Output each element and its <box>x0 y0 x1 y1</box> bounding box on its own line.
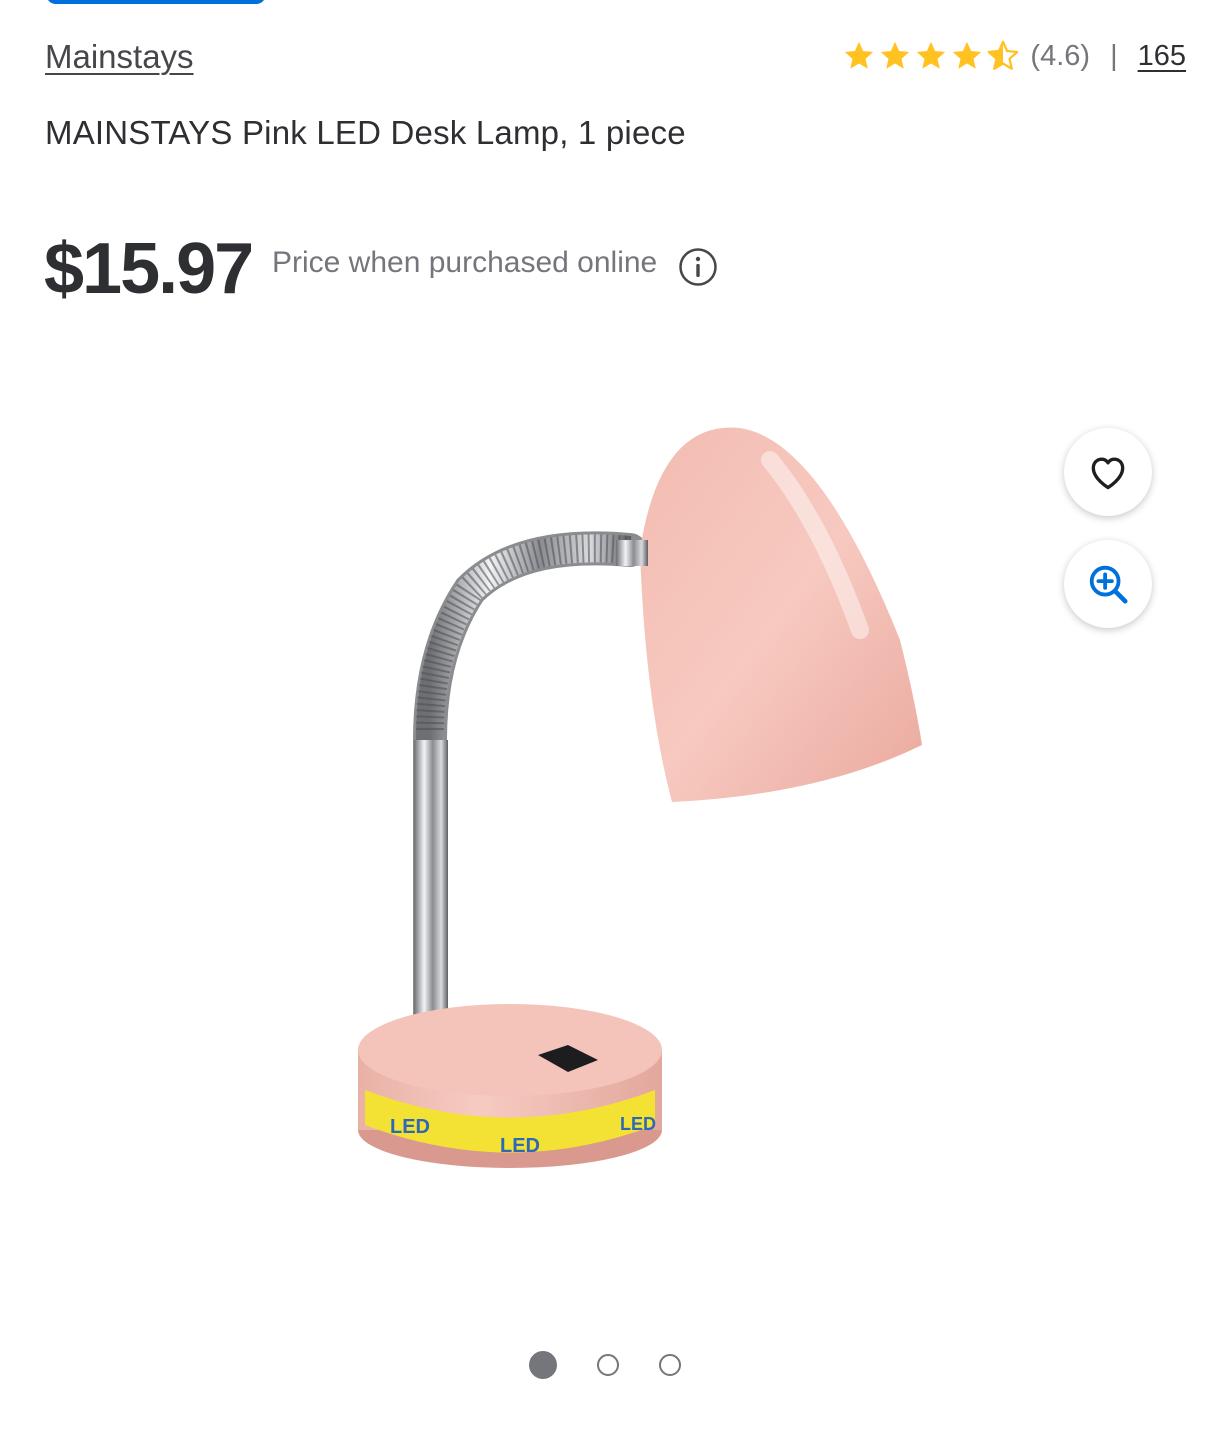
star-full-icon <box>917 41 946 69</box>
product-title: MAINSTAYS Pink LED Desk Lamp, 1 piece <box>45 114 686 151</box>
product-image[interactable]: LED LED LED <box>300 400 960 1200</box>
product-price: $15.97 <box>44 229 254 309</box>
favorite-button[interactable] <box>1064 428 1152 516</box>
rating-summary[interactable]: (4.6) | 165 <box>842 34 1186 78</box>
info-icon[interactable] <box>678 247 718 287</box>
base-led-label: LED <box>620 1114 656 1134</box>
rating-value: (4.6) <box>1030 39 1091 72</box>
rating-separator: | <box>1110 39 1118 72</box>
heart-icon <box>1091 457 1125 490</box>
brand-link[interactable]: Mainstays <box>45 38 194 76</box>
star-half-icon <box>988 40 1019 70</box>
carousel-indicators <box>0 1350 1210 1380</box>
star-full-icon <box>845 41 874 69</box>
star-rating <box>842 39 1020 73</box>
review-count-link[interactable]: 165 <box>1138 40 1186 73</box>
top-tab-indicator <box>46 0 266 4</box>
carousel-dot[interactable] <box>529 1351 557 1379</box>
zoom-button[interactable] <box>1064 540 1152 628</box>
price-note: Price when purchased online <box>272 246 658 279</box>
star-full-icon <box>953 41 982 69</box>
base-led-label: LED <box>390 1116 430 1138</box>
carousel-dot[interactable] <box>659 1354 681 1376</box>
zoom-in-icon <box>1089 565 1128 604</box>
base-led-label: LED <box>500 1135 540 1157</box>
carousel-dot[interactable] <box>597 1354 619 1376</box>
star-full-icon <box>881 41 910 69</box>
